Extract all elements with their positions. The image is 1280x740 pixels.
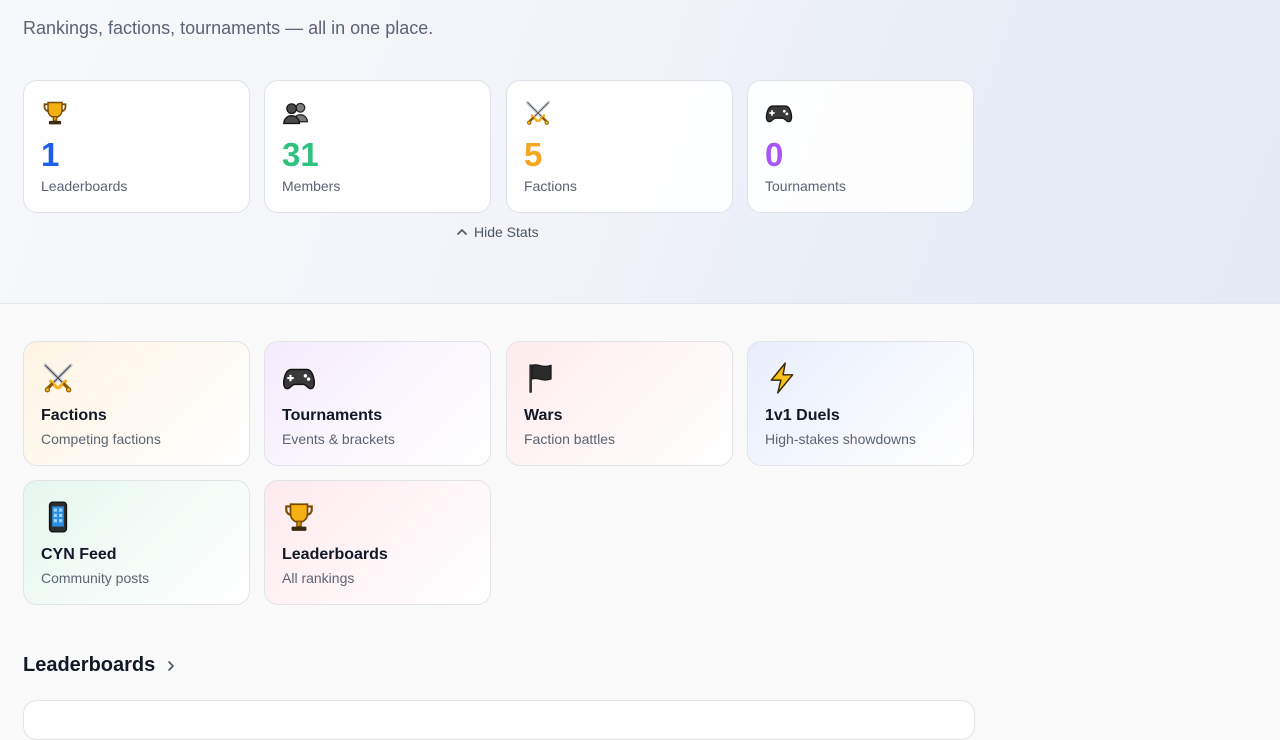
- stat-card-factions: 5 Factions: [506, 80, 733, 213]
- gamepad-icon: [282, 361, 316, 395]
- nav-card-wars[interactable]: Wars Faction battles: [506, 341, 733, 466]
- stat-card-leaderboards: 1 Leaderboards: [23, 80, 250, 213]
- nav-card-cyn-feed[interactable]: CYN Feed Community posts: [23, 480, 250, 605]
- chevron-right-icon: [168, 660, 175, 671]
- nav-card-tournaments[interactable]: Tournaments Events & brackets: [264, 341, 491, 466]
- nav-card-title: Factions: [41, 407, 107, 424]
- trophy-icon: [282, 500, 316, 534]
- hide-stats-label: Hide Stats: [474, 224, 539, 240]
- nav-card-subtitle: Community posts: [41, 570, 150, 586]
- stat-card-tournaments: 0 Tournaments: [747, 80, 974, 213]
- gamepad-icon: [765, 99, 793, 127]
- nav-card-title: Leaderboards: [282, 546, 388, 563]
- hero-section: Rankings, factions, tournaments — all in…: [0, 0, 1280, 304]
- members-icon: [282, 99, 310, 127]
- page-tagline: Rankings, factions, tournaments — all in…: [23, 18, 434, 38]
- stat-label: Leaderboards: [41, 178, 128, 194]
- stat-label: Tournaments: [765, 178, 846, 194]
- nav-card-title: CYN Feed: [41, 546, 117, 563]
- nav-card-title: Wars: [524, 407, 563, 424]
- stat-label: Factions: [524, 178, 577, 194]
- stat-card-members: 31 Members: [264, 80, 491, 213]
- stat-value: 31: [282, 136, 319, 173]
- nav-card-subtitle: All rankings: [282, 570, 355, 586]
- nav-card-factions[interactable]: Factions Competing factions: [23, 341, 250, 466]
- phone-icon: [41, 500, 75, 534]
- leaderboards-section-link[interactable]: Leaderboards: [23, 654, 177, 677]
- stat-value: 5: [524, 136, 543, 173]
- stat-label: Members: [282, 178, 341, 194]
- hide-stats-button[interactable]: Hide Stats: [456, 222, 539, 242]
- leaderboards-panel: [23, 700, 975, 740]
- nav-card-subtitle: High-stakes showdowns: [765, 431, 916, 447]
- nav-card-subtitle: Faction battles: [524, 431, 616, 447]
- flag-icon: [524, 361, 558, 395]
- crossed-swords-icon: [524, 99, 552, 127]
- section-title: Leaderboards: [23, 654, 156, 676]
- nav-card-title: Tournaments: [282, 407, 383, 424]
- nav-card-duels[interactable]: 1v1 Duels High-stakes showdowns: [747, 341, 974, 466]
- nav-card-subtitle: Competing factions: [41, 431, 161, 447]
- lightning-icon: [765, 361, 799, 395]
- nav-card-title: 1v1 Duels: [765, 407, 840, 424]
- nav-card-subtitle: Events & brackets: [282, 431, 395, 447]
- stat-value: 1: [41, 136, 60, 173]
- trophy-icon: [41, 99, 69, 127]
- stat-value: 0: [765, 136, 784, 173]
- nav-card-leaderboards[interactable]: Leaderboards All rankings: [264, 480, 491, 605]
- chevron-up-icon: [457, 229, 467, 235]
- crossed-swords-icon: [41, 361, 75, 395]
